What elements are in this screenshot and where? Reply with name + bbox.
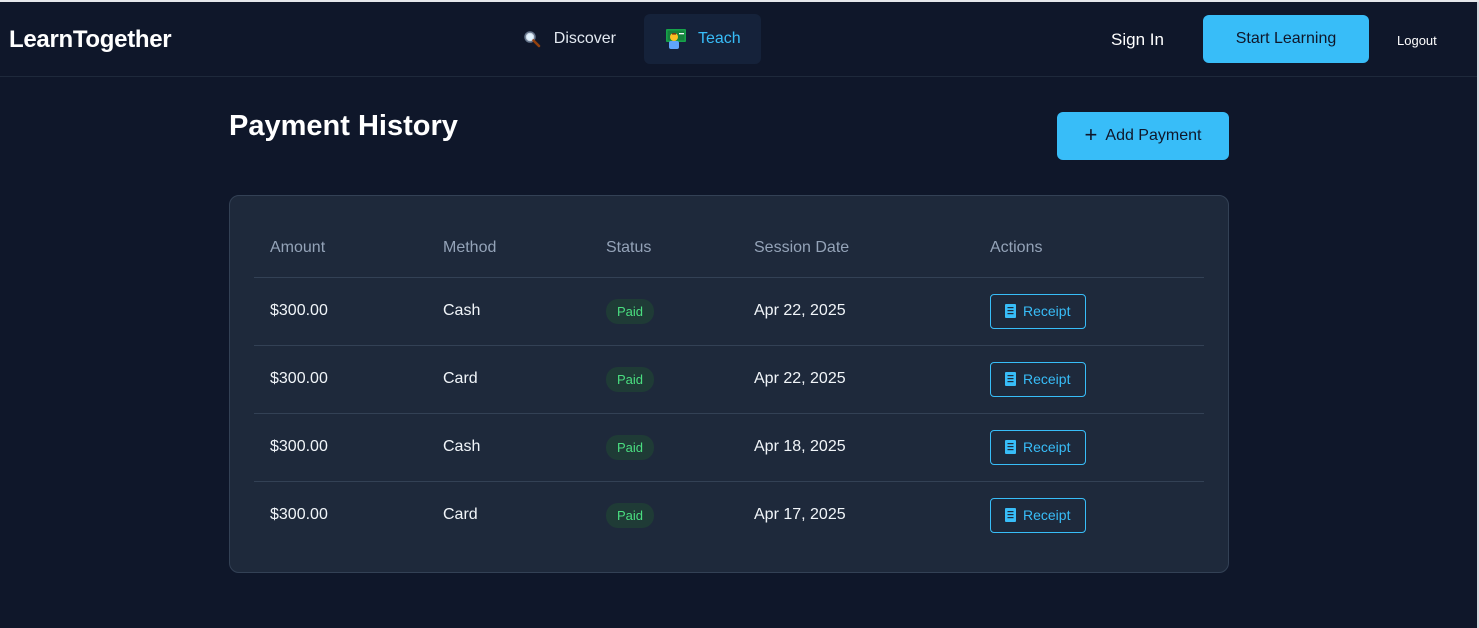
magnifier-icon bbox=[522, 29, 542, 49]
cell-method: Cash bbox=[427, 277, 590, 346]
header-session-date: Session Date bbox=[738, 220, 974, 278]
table-row: $300.00 Card Paid Apr 22, 2025 Receipt bbox=[254, 345, 1204, 414]
receipt-button[interactable]: Receipt bbox=[990, 497, 1086, 533]
cell-session-date: Apr 18, 2025 bbox=[738, 413, 974, 482]
cell-status: Paid bbox=[590, 481, 738, 549]
cell-amount: $300.00 bbox=[254, 345, 427, 414]
status-badge: Paid bbox=[606, 502, 655, 528]
logout-link[interactable]: Logout bbox=[1397, 33, 1437, 48]
navbar: LearnTogether Discover Teach Sign In Sta… bbox=[0, 2, 1479, 77]
add-payment-label: Add Payment bbox=[1105, 127, 1202, 144]
status-badge: Paid bbox=[606, 366, 655, 392]
cell-session-date: Apr 22, 2025 bbox=[738, 277, 974, 346]
cell-actions: Receipt bbox=[974, 481, 1204, 549]
cell-actions: Receipt bbox=[974, 277, 1204, 346]
nav-teach-label: Teach bbox=[698, 30, 741, 47]
receipt-label: Receipt bbox=[1023, 303, 1071, 319]
cell-actions: Receipt bbox=[974, 345, 1204, 414]
nav-discover[interactable]: Discover bbox=[502, 14, 636, 64]
receipt-button[interactable]: Receipt bbox=[990, 361, 1086, 397]
cell-session-date: Apr 22, 2025 bbox=[738, 345, 974, 414]
sign-in-link[interactable]: Sign In bbox=[1111, 30, 1164, 50]
receipt-button[interactable]: Receipt bbox=[990, 293, 1086, 329]
cell-method: Cash bbox=[427, 413, 590, 482]
receipt-icon bbox=[1005, 372, 1016, 386]
start-learning-button[interactable]: Start Learning bbox=[1203, 15, 1369, 63]
cell-method: Card bbox=[443, 506, 478, 524]
receipt-label: Receipt bbox=[1023, 371, 1071, 387]
status-badge: Paid bbox=[606, 434, 655, 460]
brand-logo[interactable]: LearnTogether bbox=[9, 26, 172, 54]
receipt-button[interactable]: Receipt bbox=[990, 429, 1086, 465]
cell-status: Paid bbox=[590, 345, 738, 414]
add-payment-button[interactable]: + Add Payment bbox=[1057, 112, 1229, 160]
receipt-icon bbox=[1005, 508, 1016, 523]
cell-status: Paid bbox=[590, 413, 738, 482]
header-amount: Amount bbox=[254, 220, 427, 278]
cell-amount: $300.00 bbox=[270, 506, 328, 524]
header-method: Method bbox=[427, 220, 590, 278]
cell-status: Paid bbox=[590, 277, 738, 346]
receipt-icon bbox=[1005, 440, 1016, 454]
payments-table: Amount Method Status Session Date Action… bbox=[254, 220, 1204, 549]
table-header-row: Amount Method Status Session Date Action… bbox=[254, 220, 1204, 278]
table-row: $300.00 Cash Paid Apr 18, 2025 Receipt bbox=[254, 413, 1204, 482]
header-status: Status bbox=[590, 220, 738, 278]
status-badge: Paid bbox=[606, 298, 655, 324]
plus-icon: + bbox=[1084, 122, 1098, 147]
page-title: Payment History bbox=[229, 110, 458, 142]
cell-amount: $300.00 bbox=[254, 413, 427, 482]
header-actions: Actions bbox=[974, 220, 1204, 278]
table-row: $300.00 Cash Paid Apr 22, 2025 Receipt bbox=[254, 277, 1204, 346]
receipt-icon bbox=[1005, 304, 1016, 318]
cell-method: Card bbox=[427, 345, 590, 414]
receipt-label: Receipt bbox=[1023, 507, 1071, 524]
teacher-icon bbox=[666, 29, 686, 49]
cell-session-date: Apr 17, 2025 bbox=[754, 506, 846, 524]
receipt-label: Receipt bbox=[1023, 439, 1071, 455]
cell-amount: $300.00 bbox=[254, 277, 427, 346]
nav-discover-label: Discover bbox=[553, 30, 616, 47]
cell-actions: Receipt bbox=[974, 413, 1204, 482]
payments-card: Amount Method Status Session Date Action… bbox=[229, 195, 1229, 573]
table-row: $300.00 Card Paid Apr 17, 2025 Receipt bbox=[254, 481, 1204, 549]
nav-teach[interactable]: Teach bbox=[644, 14, 761, 64]
